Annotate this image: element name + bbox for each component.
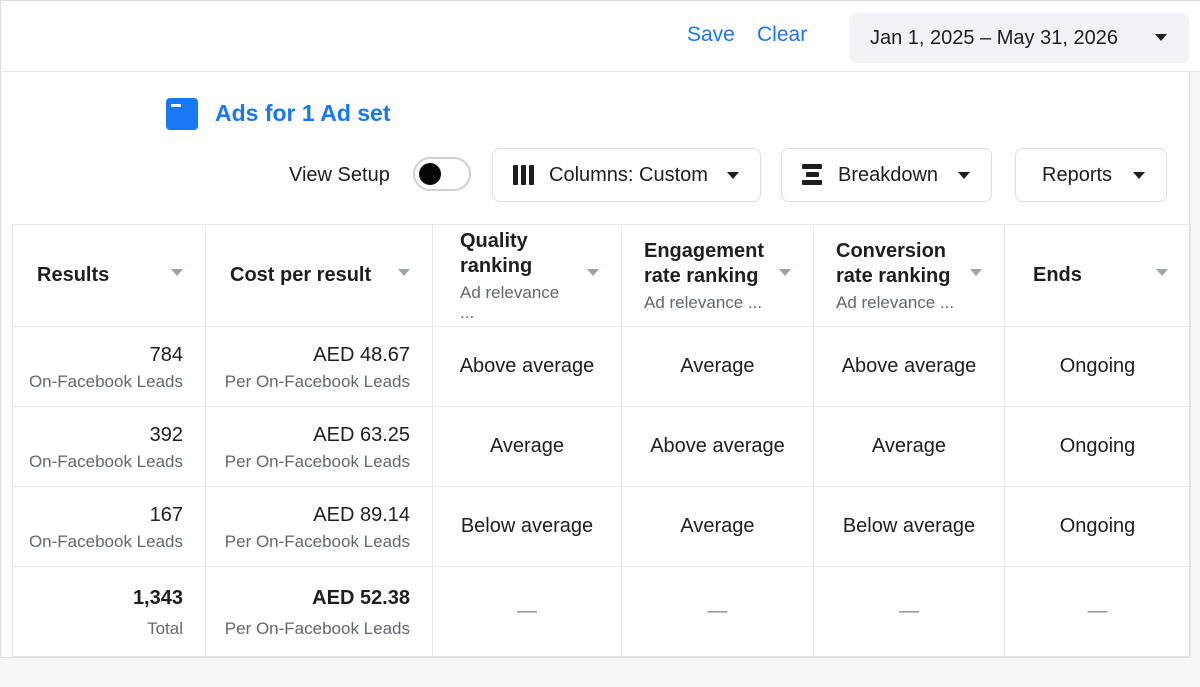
cost-cell: AED 89.14 Per On-Facebook Leads (205, 486, 433, 567)
results-cell: 784 On-Facebook Leads (12, 326, 206, 407)
engagement-cell: Average (621, 326, 814, 407)
ads-panel: Ads for 1 Ad set View Setup Columns: Cus… (0, 72, 1191, 658)
column-header-ends[interactable]: Ends (1004, 224, 1191, 327)
toggle-knob (419, 163, 441, 185)
chevron-down-icon (727, 172, 739, 179)
clear-button[interactable]: Clear (757, 23, 807, 47)
total-row: 1,343 Total AED 52.38 Per On-Facebook Le… (12, 566, 1191, 657)
top-bar: Save Clear Jan 1, 2025 – May 31, 2026 (0, 0, 1200, 72)
table-header-row: Results Cost per result Quality ranking … (12, 224, 1191, 327)
columns-icon (513, 165, 535, 185)
view-setup-label: View Setup (289, 164, 390, 186)
results-cell: 167 On-Facebook Leads (12, 486, 206, 567)
total-conversion-cell: — (813, 566, 1005, 657)
column-header-quality-ranking[interactable]: Quality ranking Ad relevance ... (432, 224, 622, 327)
column-header-cost-per-result[interactable]: Cost per result (205, 224, 433, 327)
quality-cell: Above average (432, 326, 622, 407)
quality-cell: Below average (432, 486, 622, 567)
conversion-cell: Below average (813, 486, 1005, 567)
sort-caret-icon[interactable] (587, 269, 599, 276)
quality-cell: Average (432, 406, 622, 487)
reports-button[interactable]: Reports (1015, 148, 1167, 202)
sort-caret-icon[interactable] (779, 269, 791, 276)
results-cell: 392 On-Facebook Leads (12, 406, 206, 487)
save-button[interactable]: Save (687, 23, 735, 47)
sort-caret-icon[interactable] (1156, 269, 1168, 276)
columns-label: Columns: Custom (549, 163, 708, 186)
total-results-cell: 1,343 Total (12, 566, 206, 657)
view-setup-toggle[interactable] (413, 157, 471, 191)
ends-cell: Ongoing (1004, 406, 1191, 487)
engagement-cell: Above average (621, 406, 814, 487)
total-cost-cell: AED 52.38 Per On-Facebook Leads (205, 566, 433, 657)
table-row[interactable]: 167 On-Facebook Leads AED 89.14 Per On-F… (12, 486, 1191, 567)
engagement-cell: Average (621, 486, 814, 567)
sort-caret-icon[interactable] (970, 269, 982, 276)
column-header-engagement-ranking[interactable]: Engagement rate ranking Ad relevance ... (621, 224, 814, 327)
ends-cell: Ongoing (1004, 326, 1191, 407)
ad-set-icon (166, 98, 198, 130)
table-row[interactable]: 392 On-Facebook Leads AED 63.25 Per On-F… (12, 406, 1191, 487)
date-range-label: Jan 1, 2025 – May 31, 2026 (870, 26, 1118, 49)
breakdown-label: Breakdown (838, 163, 939, 186)
cost-cell: AED 48.67 Per On-Facebook Leads (205, 326, 433, 407)
conversion-cell: Average (813, 406, 1005, 487)
ads-table: Results Cost per result Quality ranking … (12, 224, 1191, 657)
date-range-picker[interactable]: Jan 1, 2025 – May 31, 2026 (849, 13, 1189, 63)
column-header-results[interactable]: Results (12, 224, 206, 327)
breakdown-icon (802, 164, 824, 186)
sort-caret-icon[interactable] (171, 269, 183, 276)
cost-cell: AED 63.25 Per On-Facebook Leads (205, 406, 433, 487)
column-header-conversion-ranking[interactable]: Conversion rate ranking Ad relevance ... (813, 224, 1005, 327)
total-engagement-cell: — (621, 566, 814, 657)
breakdown-button[interactable]: Breakdown (781, 148, 992, 202)
chevron-down-icon (1155, 34, 1167, 41)
total-quality-cell: — (432, 566, 622, 657)
total-ends-cell: — (1004, 566, 1191, 657)
columns-button[interactable]: Columns: Custom (492, 148, 761, 202)
chevron-down-icon (1133, 172, 1145, 179)
table-row[interactable]: 784 On-Facebook Leads AED 48.67 Per On-F… (12, 326, 1191, 407)
sort-caret-icon[interactable] (398, 269, 410, 276)
reports-label: Reports (1042, 163, 1113, 186)
ends-cell: Ongoing (1004, 486, 1191, 567)
chevron-down-icon (958, 172, 970, 179)
page-title[interactable]: Ads for 1 Ad set (215, 100, 391, 127)
conversion-cell: Above average (813, 326, 1005, 407)
